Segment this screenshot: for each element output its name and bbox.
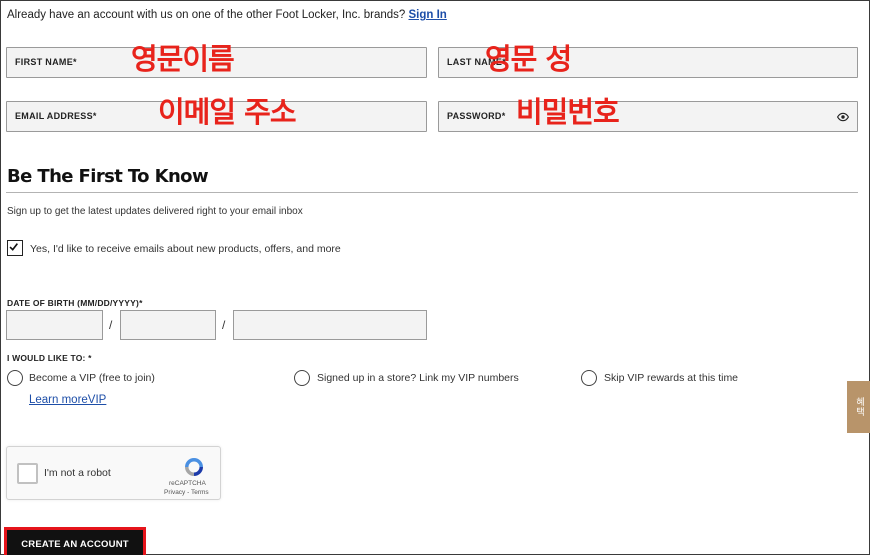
radio-become-vip-label: Become a VIP (free to join) [29,372,155,384]
dob-year-input[interactable] [233,310,427,340]
signin-link[interactable]: Sign In [408,9,446,21]
newsletter-title: Be The First To Know [7,166,209,187]
recaptcha-brand: reCAPTCHA [169,480,206,487]
checkmark-icon [9,243,18,251]
dob-separator-1: / [109,318,113,332]
recaptcha-logo-icon [185,458,203,476]
radio-link-vip[interactable] [294,370,310,386]
dob-month-input[interactable] [6,310,103,340]
recaptcha-label: I'm not a robot [44,467,111,479]
recaptcha-checkbox[interactable] [17,463,38,484]
first-name-annotation: 영문이름 [131,42,235,76]
recaptcha-terms[interactable]: Privacy - Terms [164,489,209,496]
radio-skip-vip[interactable] [581,370,597,386]
radio-skip-vip-label: Skip VIP rewards at this time [604,372,739,384]
radio-link-vip-label: Signed up in a store? Link my VIP number… [317,372,519,384]
learn-more-vip-link[interactable]: Learn moreVIP [29,394,106,406]
email-annotation: 이메일 주소 [158,95,296,129]
newsletter-checkbox-label: Yes, I'd like to receive emails about ne… [30,243,341,255]
section-divider [6,192,858,193]
password-label: PASSWORD* [447,111,506,121]
newsletter-checkbox[interactable] [7,240,23,256]
password-annotation: 비밀번호 [516,95,620,129]
radio-become-vip[interactable] [7,370,23,386]
vip-label: I WOULD LIKE TO: * [7,353,92,363]
create-account-button[interactable]: CREATE AN ACCOUNT [7,530,143,555]
signin-prompt: Already have an account with us on one o… [7,9,447,21]
password-field[interactable]: PASSWORD* [438,101,858,132]
signin-prompt-text: Already have an account with us on one o… [7,9,406,21]
dob-separator-2: / [222,318,226,332]
email-label: EMAIL ADDRESS* [15,111,97,121]
create-account-highlight: CREATE AN ACCOUNT [4,527,146,555]
newsletter-subtitle: Sign up to get the latest updates delive… [7,206,303,217]
recaptcha-widget: I'm not a robot reCAPTCHA Privacy - Term… [6,446,221,500]
dob-label: DATE OF BIRTH (MM/DD/YYYY)* [7,298,143,308]
eye-icon[interactable] [837,111,849,123]
dob-day-input[interactable] [120,310,216,340]
side-benefits-tab[interactable]: 혜택 [847,381,870,433]
first-name-label: FIRST NAME* [15,57,77,67]
last-name-annotation: 영문 성 [485,42,572,76]
